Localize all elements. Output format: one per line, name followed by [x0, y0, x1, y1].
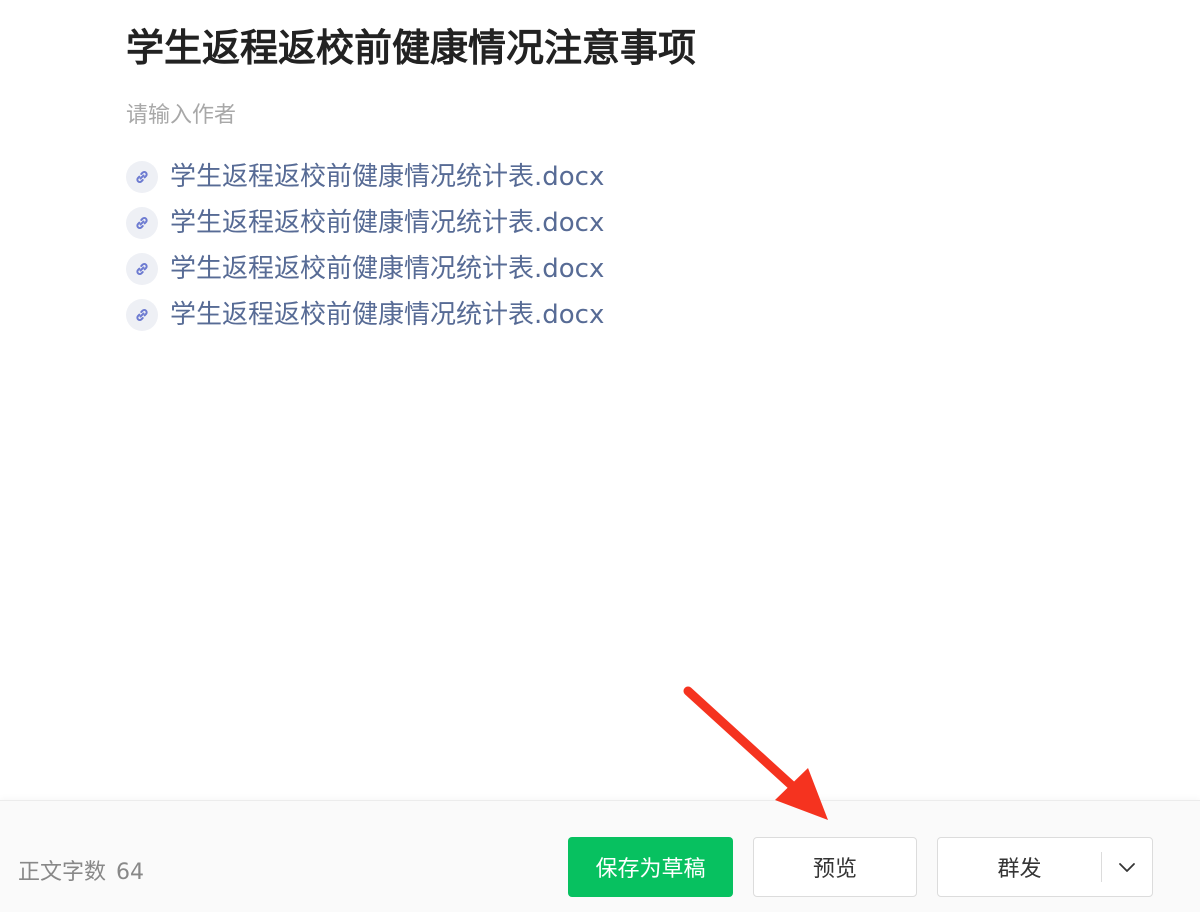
- link-icon: [126, 253, 158, 285]
- link-icon: [126, 207, 158, 239]
- attachment-name: 学生返程返校前健康情况统计表.docx: [170, 254, 605, 284]
- attachment-list: 学生返程返校前健康情况统计表.docx 学生返程返校前健康情况统计表.docx: [126, 154, 1026, 338]
- article-editor: 学生返程返校前健康情况注意事项 学生返程返校前健康情况统计表.docx: [126, 22, 1026, 338]
- author-input[interactable]: [126, 100, 526, 130]
- attachment-name: 学生返程返校前健康情况统计表.docx: [170, 300, 605, 330]
- preview-button[interactable]: 预览: [753, 837, 917, 897]
- save-draft-button[interactable]: 保存为草稿: [568, 837, 733, 897]
- attachment-item[interactable]: 学生返程返校前健康情况统计表.docx: [126, 292, 1026, 338]
- chevron-down-icon: [1118, 858, 1136, 877]
- send-options-dropdown[interactable]: [1102, 838, 1152, 896]
- link-icon: [126, 161, 158, 193]
- attachment-name: 学生返程返校前健康情况统计表.docx: [170, 208, 605, 238]
- editor-page: 学生返程返校前健康情况注意事项 学生返程返校前健康情况统计表.docx: [0, 0, 1200, 912]
- attachment-name: 学生返程返校前健康情况统计表.docx: [170, 162, 605, 192]
- attachment-item[interactable]: 学生返程返校前健康情况统计表.docx: [126, 154, 1026, 200]
- send-button[interactable]: 群发: [938, 838, 1101, 896]
- word-count-label: 正文字数: [18, 860, 107, 885]
- attachment-item[interactable]: 学生返程返校前健康情况统计表.docx: [126, 246, 1026, 292]
- send-button-group: 群发: [937, 837, 1153, 897]
- attachment-item[interactable]: 学生返程返校前健康情况统计表.docx: [126, 200, 1026, 246]
- word-count: 正文字数 64: [18, 859, 144, 887]
- article-title[interactable]: 学生返程返校前健康情况注意事项: [126, 22, 1026, 74]
- word-count-value: 64: [116, 860, 145, 885]
- link-icon: [126, 299, 158, 331]
- bottom-toolbar: 正文字数 64 保存为草稿 预览 群发: [0, 800, 1200, 912]
